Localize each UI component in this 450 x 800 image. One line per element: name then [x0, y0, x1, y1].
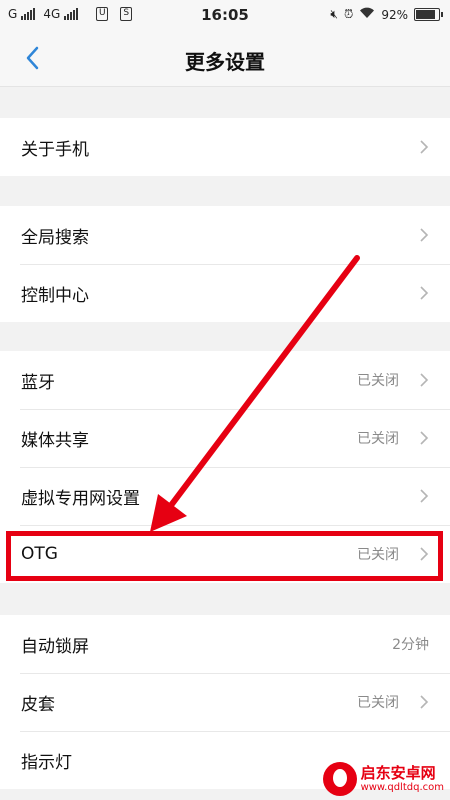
- chevron-right-icon: [420, 489, 429, 503]
- chevron-right-icon: [420, 547, 429, 561]
- navigation-bar: 更多设置: [0, 32, 450, 87]
- item-label: 全局搜索: [21, 227, 89, 248]
- battery-icon: [414, 8, 443, 21]
- chevron-right-icon: [420, 373, 429, 387]
- chevron-right-icon: [420, 228, 429, 242]
- list-item-media-sharing[interactable]: 媒体共享 已关闭: [0, 409, 450, 467]
- item-value: 2分钟: [392, 637, 429, 653]
- section-connections: 蓝牙 已关闭 媒体共享 已关闭 虚拟专用网设置 OTG 已关闭: [0, 351, 450, 583]
- chevron-right-icon: [420, 286, 429, 300]
- item-value: 已关闭: [357, 373, 399, 389]
- chevron-right-icon: [420, 140, 429, 154]
- item-label: 蓝牙: [21, 372, 55, 393]
- item-label: 媒体共享: [21, 430, 89, 451]
- item-label: 关于手机: [21, 139, 89, 160]
- status-bar: G 4G U S 16:05 🔇︎ ⏰︎ 92%: [0, 0, 450, 32]
- watermark: 启东安卓网 www.qdltdq.com: [322, 762, 444, 796]
- list-item-global-search[interactable]: 全局搜索: [0, 206, 450, 264]
- list-item-control-center[interactable]: 控制中心: [0, 264, 450, 322]
- list-item-cover[interactable]: 皮套 已关闭: [0, 673, 450, 731]
- mute-icon: 🔇︎: [330, 7, 338, 21]
- chevron-right-icon: [420, 695, 429, 709]
- section-search-control: 全局搜索 控制中心: [0, 206, 450, 322]
- list-item-about-phone[interactable]: 关于手机: [0, 118, 450, 176]
- list-item-otg[interactable]: OTG 已关闭: [0, 525, 450, 583]
- item-label: 皮套: [21, 694, 55, 715]
- list-item-auto-lock[interactable]: 自动锁屏 2分钟: [0, 615, 450, 673]
- list-item-bluetooth[interactable]: 蓝牙 已关闭: [0, 351, 450, 409]
- page-title: 更多设置: [185, 50, 265, 74]
- item-value: 已关闭: [357, 431, 399, 447]
- wifi-icon: [359, 7, 375, 22]
- item-label: 指示灯: [21, 752, 72, 773]
- item-label: OTG: [21, 544, 58, 564]
- item-label: 控制中心: [21, 285, 89, 306]
- battery-percent: 92%: [381, 7, 408, 22]
- status-right: 🔇︎ ⏰︎ 92%: [330, 7, 443, 22]
- alarm-icon: ⏰︎: [343, 7, 354, 21]
- item-value: 已关闭: [357, 547, 399, 563]
- section-about: 关于手机: [0, 118, 450, 176]
- watermark-url: www.qdltdq.com: [360, 781, 444, 793]
- watermark-name: 启东安卓网: [360, 764, 436, 783]
- list-item-vpn-settings[interactable]: 虚拟专用网设置: [0, 467, 450, 525]
- item-label: 虚拟专用网设置: [21, 488, 140, 509]
- item-label: 自动锁屏: [21, 636, 89, 657]
- chevron-right-icon: [420, 431, 429, 445]
- item-value: 已关闭: [357, 695, 399, 711]
- watermark-logo-icon: [322, 762, 357, 796]
